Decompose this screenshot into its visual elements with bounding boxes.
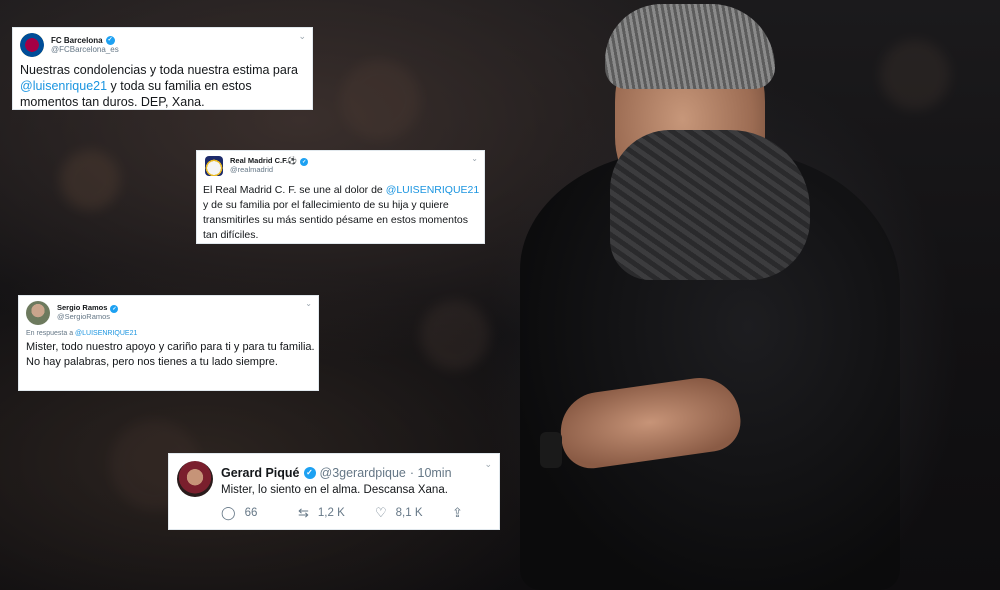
tweet-text: Mister, todo nuestro apoyo y cariño para… — [26, 341, 315, 368]
timestamp[interactable]: · 10min — [410, 466, 452, 480]
mention-link[interactable]: @LUISENRIQUE21 — [386, 184, 480, 196]
tweet-card-fc-barcelona[interactable]: FC Barcelona ✓ @FCBarcelona_es ⌄ Nuestras… — [12, 27, 313, 110]
reply-icon: ◯ — [221, 505, 236, 520]
handle[interactable]: @FCBarcelona_es — [51, 45, 119, 54]
tweet-text: Nuestras condolencias y toda nuestra est… — [20, 63, 298, 109]
background-bokeh — [420, 300, 490, 370]
chevron-down-icon[interactable]: ⌄ — [305, 299, 312, 308]
chevron-down-icon[interactable]: ⌄ — [471, 154, 478, 163]
verified-badge-icon: ✓ — [303, 467, 316, 479]
like-button[interactable]: ♡ 8,1 K — [375, 505, 452, 521]
tweet-header: Sergio Ramos ✓ @SergioRamos — [26, 301, 119, 325]
handle[interactable]: @SergioRamos — [57, 312, 118, 322]
avatar[interactable] — [26, 301, 50, 325]
reply-context: En respuesta a @LUISENRIQUE21 — [26, 330, 138, 337]
display-name[interactable]: FC Barcelona ✓ — [51, 36, 119, 45]
retweet-icon: ⇆ — [298, 505, 309, 520]
background-bokeh — [60, 150, 120, 210]
tweet-card-real-madrid[interactable]: Real Madrid C.F.⚽ ✓ @realmadrid ⌄ El Real… — [196, 150, 485, 244]
mention-link[interactable]: @luisenrique21 — [20, 79, 107, 93]
like-count: 8,1 K — [395, 507, 423, 519]
tweet-text: Mister, lo siento en el alma. Descansa X… — [221, 484, 448, 496]
chevron-down-icon[interactable]: ⌄ — [298, 31, 306, 42]
hair — [605, 4, 775, 89]
verified-badge-icon: ✓ — [110, 304, 119, 313]
reply-button[interactable]: ◯ 66 — [221, 505, 298, 521]
retweet-button[interactable]: ⇆ 1,2 K — [298, 505, 375, 521]
avatar[interactable] — [20, 33, 44, 57]
verified-badge-icon: ✓ — [105, 35, 115, 45]
mention-link[interactable]: @LUISENRIQUE21 — [75, 330, 137, 337]
share-button[interactable]: ⇪ — [452, 505, 472, 521]
handle[interactable]: @3gerardpique — [320, 466, 406, 480]
tweet-header: Real Madrid C.F.⚽ ✓ @realmadrid — [205, 156, 309, 176]
background-photo-man — [520, 0, 1000, 590]
heart-icon: ♡ — [375, 505, 387, 520]
share-icon: ⇪ — [452, 505, 463, 520]
reply-count: 66 — [244, 507, 258, 519]
background-bokeh — [340, 60, 420, 140]
display-name[interactable]: Gerard Piqué — [221, 466, 300, 480]
retweet-count: 1,2 K — [317, 507, 345, 519]
wristwatch — [540, 432, 562, 468]
tweet-card-sergio-ramos[interactable]: Sergio Ramos ✓ @SergioRamos ⌄ En respuest… — [18, 295, 319, 391]
tweet-card-gerard-pique[interactable]: Gerard Piqué ✓ @3gerardpique · 10min ⌄ M… — [168, 453, 500, 530]
avatar[interactable] — [205, 156, 223, 176]
chevron-down-icon[interactable]: ⌄ — [484, 459, 492, 470]
handle[interactable]: @realmadrid — [230, 165, 308, 175]
tweet-actions: ◯ 66 ⇆ 1,2 K ♡ 8,1 K ⇪ — [221, 505, 472, 521]
verified-badge-icon: ✓ — [300, 157, 309, 166]
avatar[interactable] — [177, 461, 213, 497]
tweet-text: El Real Madrid C. F. se une al dolor de … — [203, 184, 480, 241]
tweet-header: Gerard Piqué ✓ @3gerardpique · 10min — [221, 466, 452, 480]
scarf — [610, 130, 810, 280]
tweet-header: FC Barcelona ✓ @FCBarcelona_es — [20, 33, 119, 57]
